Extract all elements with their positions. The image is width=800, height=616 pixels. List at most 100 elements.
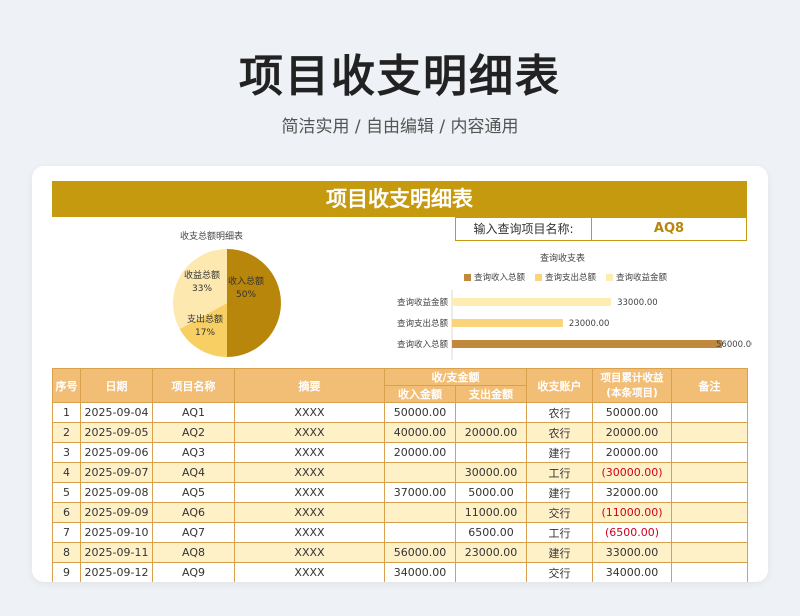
table-row: 7 2025-09-10 AQ7 XXXX 6500.00 工行 (6500.00)	[52, 522, 748, 543]
cell-summary[interactable]: XXXX	[234, 562, 385, 582]
legend-item-income: 查询收入总额	[464, 271, 525, 283]
cell-date[interactable]: 2025-09-06	[80, 442, 153, 463]
cell-summary[interactable]: XXXX	[234, 522, 385, 543]
cell-expense[interactable]	[455, 402, 527, 423]
spreadsheet-card: 项目收支明细表 输入查询项目名称: AQ8 收支总额明细表 收入总额 50% 收…	[32, 166, 768, 582]
bar-category-label: 查询收入总额	[397, 339, 449, 350]
cell-income[interactable]: 37000.00	[384, 482, 456, 503]
cell-note[interactable]	[671, 402, 748, 423]
cell-account[interactable]: 建行	[526, 442, 593, 463]
table-row: 1 2025-09-04 AQ1 XXXX 50000.00 农行 50000.00	[52, 402, 748, 423]
col-header-cumulative: 项目累计收益 (本条项目)	[592, 368, 672, 403]
cell-cumulative[interactable]: (30000.00)	[592, 462, 672, 483]
cell-name[interactable]: AQ4	[152, 462, 235, 483]
col-header-account: 收支账户	[526, 368, 593, 403]
cell-account[interactable]: 交行	[526, 562, 593, 582]
cell-account[interactable]: 工行	[526, 462, 593, 483]
cell-date[interactable]: 2025-09-11	[80, 542, 153, 563]
cell-date[interactable]: 2025-09-12	[80, 562, 153, 582]
cell-note[interactable]	[671, 562, 748, 582]
cell-name[interactable]: AQ7	[152, 522, 235, 543]
cell-summary[interactable]: XXXX	[234, 422, 385, 443]
query-input[interactable]: AQ8	[592, 218, 746, 240]
cell-income[interactable]: 40000.00	[384, 422, 456, 443]
cell-note[interactable]	[671, 502, 748, 523]
cell-expense[interactable]	[455, 562, 527, 582]
cell-seq[interactable]: 8	[52, 542, 81, 563]
col-header-seq: 序号	[52, 368, 81, 403]
cell-note[interactable]	[671, 482, 748, 503]
cell-note[interactable]	[671, 542, 748, 563]
cell-seq[interactable]: 6	[52, 502, 81, 523]
table-row: 2 2025-09-05 AQ2 XXXX 40000.00 20000.00 农行 2000…	[52, 422, 748, 443]
cell-account[interactable]: 农行	[526, 422, 593, 443]
cell-account[interactable]: 农行	[526, 402, 593, 423]
cell-seq[interactable]: 2	[52, 422, 81, 443]
cell-cumulative[interactable]: 20000.00	[592, 422, 672, 443]
cell-account[interactable]: 交行	[526, 502, 593, 523]
cell-seq[interactable]: 9	[52, 562, 81, 582]
cell-account[interactable]: 工行	[526, 522, 593, 543]
cell-income[interactable]: 56000.00	[384, 542, 456, 563]
cell-name[interactable]: AQ9	[152, 562, 235, 582]
cell-cumulative[interactable]: (6500.00)	[592, 522, 672, 543]
cell-expense[interactable]: 11000.00	[455, 502, 527, 523]
cell-income[interactable]	[384, 462, 456, 483]
cell-name[interactable]: AQ2	[152, 422, 235, 443]
cell-summary[interactable]: XXXX	[234, 482, 385, 503]
cell-summary[interactable]: XXXX	[234, 502, 385, 523]
table-row: 5 2025-09-08 AQ5 XXXX 37000.00 5000.00 建行 32000…	[52, 482, 748, 503]
cell-date[interactable]: 2025-09-07	[80, 462, 153, 483]
bar-value-label: 23000.00	[569, 319, 610, 329]
cell-seq[interactable]: 1	[52, 402, 81, 423]
cell-account[interactable]: 建行	[526, 542, 593, 563]
page-title: 项目收支明细表	[239, 51, 561, 102]
cell-cumulative[interactable]: 32000.00	[592, 482, 672, 503]
cell-income[interactable]: 50000.00	[384, 402, 456, 423]
cell-expense[interactable]: 20000.00	[455, 422, 527, 443]
cell-income[interactable]	[384, 502, 456, 523]
cell-note[interactable]	[671, 442, 748, 463]
cell-seq[interactable]: 4	[52, 462, 81, 483]
legend-swatch-expense	[535, 274, 543, 281]
cell-date[interactable]: 2025-09-09	[80, 502, 153, 523]
cell-name[interactable]: AQ8	[152, 542, 235, 563]
cell-cumulative[interactable]: 33000.00	[592, 542, 672, 563]
cell-summary[interactable]: XXXX	[234, 542, 385, 563]
cell-expense[interactable]: 23000.00	[455, 542, 527, 563]
cell-note[interactable]	[671, 422, 748, 443]
cell-name[interactable]: AQ5	[152, 482, 235, 503]
cell-seq[interactable]: 7	[52, 522, 81, 543]
cell-income[interactable]: 34000.00	[384, 562, 456, 582]
cell-summary[interactable]: XXXX	[234, 462, 385, 483]
cell-expense[interactable]: 6500.00	[455, 522, 527, 543]
table-row: 9 2025-09-12 AQ9 XXXX 34000.00 交行 34000.00	[52, 562, 748, 582]
cell-expense[interactable]: 30000.00	[455, 462, 527, 483]
cell-seq[interactable]: 5	[52, 482, 81, 503]
cell-date[interactable]: 2025-09-05	[80, 422, 153, 443]
cell-income[interactable]	[384, 522, 456, 543]
bar-chart-title: 查询收支表	[540, 254, 586, 264]
legend-item-expense: 查询支出总额	[535, 271, 596, 283]
cell-cumulative[interactable]: 50000.00	[592, 402, 672, 423]
cell-date[interactable]: 2025-09-04	[80, 402, 153, 423]
cell-note[interactable]	[671, 522, 748, 543]
bar	[452, 298, 612, 306]
cell-summary[interactable]: XXXX	[234, 442, 385, 463]
cell-cumulative[interactable]: 34000.00	[592, 562, 672, 582]
cell-date[interactable]: 2025-09-10	[80, 522, 153, 543]
cell-name[interactable]: AQ1	[152, 402, 235, 423]
cell-note[interactable]	[671, 462, 748, 483]
cell-account[interactable]: 建行	[526, 482, 593, 503]
cell-expense[interactable]	[455, 442, 527, 463]
cell-expense[interactable]: 5000.00	[455, 482, 527, 503]
cell-name[interactable]: AQ3	[152, 442, 235, 463]
cell-name[interactable]: AQ6	[152, 502, 235, 523]
cell-summary[interactable]: XXXX	[234, 402, 385, 423]
cell-date[interactable]: 2025-09-08	[80, 482, 153, 503]
cell-income[interactable]: 20000.00	[384, 442, 456, 463]
cell-cumulative[interactable]: (11000.00)	[592, 502, 672, 523]
pie-label-profit: 收益总额 33%	[184, 271, 221, 294]
cell-seq[interactable]: 3	[52, 442, 81, 463]
cell-cumulative[interactable]: 20000.00	[592, 442, 672, 463]
